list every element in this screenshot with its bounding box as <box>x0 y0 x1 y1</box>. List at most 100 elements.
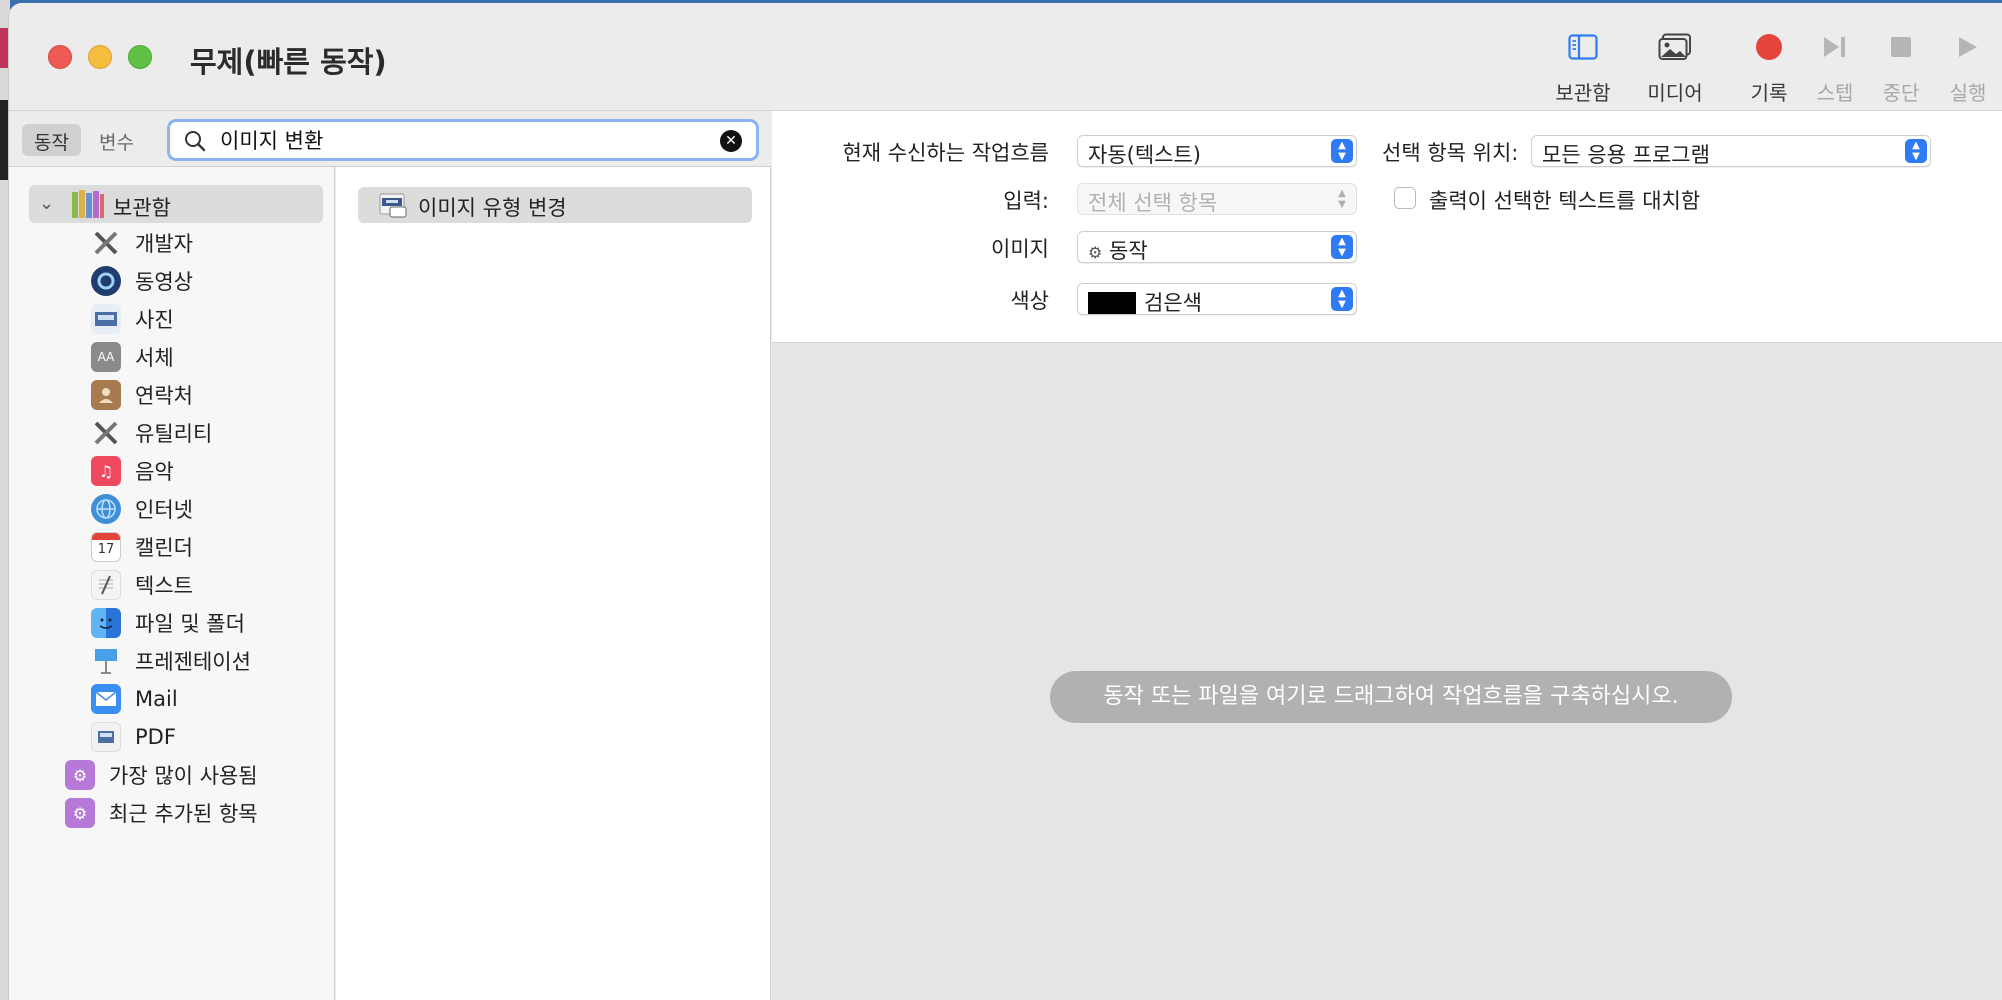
photos-icon <box>1630 29 1720 65</box>
sidebar-item-label: 사진 <box>135 308 174 332</box>
tools-icon <box>91 418 121 448</box>
chevron-updown-icon: ▲ ▼ <box>1331 235 1353 259</box>
list-item[interactable]: 이미지 유형 변경 <box>358 187 752 223</box>
library-search-bar: 동작 변수 ✕ <box>9 111 771 167</box>
media-button[interactable]: 미디어 <box>1630 29 1720 106</box>
clear-search-icon[interactable]: ✕ <box>720 130 742 152</box>
change-image-type-icon <box>378 191 408 223</box>
sidebar-item-utilities[interactable]: 유틸리티 <box>91 415 212 451</box>
in-label: 선택 항목 위치: <box>1382 141 1519 165</box>
close-button[interactable] <box>48 45 72 69</box>
drop-hint: 동작 또는 파일을 여기로 드래그하여 작업흐름을 구축하십시오. <box>1050 671 1732 723</box>
popup-value: 모든 응용 프로그램 <box>1542 143 1710 167</box>
minimize-button[interactable] <box>88 45 112 69</box>
color-swatch <box>1088 291 1136 314</box>
sidebar-item-label: 캘린더 <box>135 536 193 560</box>
font-icon: AA <box>91 342 121 372</box>
workflow-settings: 현재 수신하는 작업흐름 자동(텍스트) ▲ ▼ 선택 항목 위치: 모든 응용 … <box>772 111 2002 343</box>
sidebar-item-label: PDF <box>135 725 176 749</box>
sidebar-item-most-used[interactable]: ⚙ 가장 많이 사용됨 <box>65 757 258 793</box>
search-field[interactable]: ✕ <box>167 119 759 161</box>
sidebar-item-label: 가장 많이 사용됨 <box>109 764 258 788</box>
photo-icon <box>91 304 121 334</box>
popup-value: 검은색 <box>1088 287 1202 317</box>
sidebar-item-fonts[interactable]: AA 서체 <box>91 339 174 375</box>
sidebar-item-calendar[interactable]: 17 캘린더 <box>91 529 193 565</box>
music-icon: ♫ <box>91 456 121 486</box>
action-gear-icon: ⚙ <box>1088 243 1103 262</box>
media-label: 미디어 <box>1647 81 1703 105</box>
text-icon <box>91 570 121 600</box>
library-button[interactable]: 보관함 <box>1538 29 1628 106</box>
sidebar-icon <box>1538 29 1628 65</box>
actions-list: 이미지 유형 변경 <box>336 167 771 1000</box>
title-bar: 무제(빠른 동작) 보관함 미디어 기록 스텝 중단 실행 <box>9 3 2002 111</box>
library-label: 보관함 <box>1555 81 1611 105</box>
in-application-popup[interactable]: 모든 응용 프로그램 ▲ ▼ <box>1531 135 1931 167</box>
popup-value: 전체 선택 항목 <box>1088 191 1218 215</box>
sidebar-item-label: 개발자 <box>135 232 193 256</box>
run-button[interactable]: 실행 <box>1923 29 2002 106</box>
library-root-label: 보관함 <box>113 196 171 220</box>
library-root-item[interactable]: ⌄ 보관함 <box>29 185 323 223</box>
sidebar-item-label: Mail <box>135 687 178 711</box>
sidebar-item-mail[interactable]: Mail <box>91 681 178 717</box>
popup-value: 자동(텍스트) <box>1088 143 1201 167</box>
sidebar-item-label: 유틸리티 <box>135 422 213 446</box>
sidebar-item-label: 파일 및 폴더 <box>135 612 245 636</box>
window-title: 무제(빠른 동작) <box>190 45 387 79</box>
chevron-updown-icon: ▲ ▼ <box>1905 139 1927 163</box>
automator-window: 무제(빠른 동작) 보관함 미디어 기록 스텝 중단 실행 동작 변수 이미지 … <box>8 3 2002 1000</box>
sidebar-item-presentation[interactable]: 프레젠테이션 <box>91 643 251 679</box>
calendar-header <box>92 533 120 540</box>
library-books-icon <box>71 188 105 224</box>
sidebar-item-developer[interactable]: 개발자 <box>91 225 193 261</box>
sidebar-item-label: 프레젠테이션 <box>135 650 251 674</box>
finder-icon <box>91 608 121 638</box>
smart-folder-icon: ⚙ <box>65 760 95 790</box>
mail-icon <box>91 684 121 714</box>
image-popup[interactable]: ⚙ 동작 ▲ ▼ <box>1077 231 1357 263</box>
sidebar-item-music[interactable]: ♫ 음악 <box>91 453 174 489</box>
zoom-button[interactable] <box>128 45 152 69</box>
sidebar-item-files-folders[interactable]: 파일 및 폴더 <box>91 605 245 641</box>
pdf-icon <box>91 722 121 752</box>
sidebar-item-label: 동영상 <box>135 270 193 294</box>
tab-actions[interactable]: 동작 <box>22 124 81 156</box>
sidebar-item-video[interactable]: 동영상 <box>91 263 193 299</box>
sidebar-item-label: 인터넷 <box>135 498 193 522</box>
workflow-receives-popup[interactable]: 자동(텍스트) ▲ ▼ <box>1077 135 1357 167</box>
sidebar-item-internet[interactable]: 인터넷 <box>91 491 193 527</box>
chevron-updown-icon: ▲ ▼ <box>1331 287 1353 311</box>
input-label: 입력: <box>1003 189 1049 213</box>
globe-icon <box>91 494 121 524</box>
sidebar-item-label: 음악 <box>135 460 174 484</box>
action-label: 이미지 유형 변경 <box>418 196 567 220</box>
smart-folder-icon: ⚙ <box>65 798 95 828</box>
library-segmented-control: 동작 변수 <box>22 124 146 156</box>
library-list: ⌄ 보관함 개발자 동영상 사진 AA 서체 연락처 유틸리티 ♫ 음악 인터넷… <box>9 167 335 1000</box>
calendar-icon: 17 <box>91 532 121 562</box>
sidebar-item-recently-added[interactable]: ⚙ 최근 추가된 항목 <box>65 795 258 831</box>
chevron-down-icon[interactable]: ⌄ <box>39 193 54 214</box>
replace-text-label: 출력이 선택한 텍스트를 대치함 <box>1429 189 1701 213</box>
image-label: 이미지 <box>991 237 1049 261</box>
replace-text-checkbox[interactable] <box>1394 187 1416 209</box>
calendar-day: 17 <box>97 542 115 557</box>
sidebar-item-label: 서체 <box>135 346 174 370</box>
sidebar-item-label: 텍스트 <box>135 574 193 598</box>
sidebar-item-pdf[interactable]: PDF <box>91 719 176 755</box>
sidebar-item-photos[interactable]: 사진 <box>91 301 174 337</box>
presentation-icon <box>91 646 121 676</box>
sidebar-item-text[interactable]: 텍스트 <box>91 567 193 603</box>
color-popup[interactable]: 검은색 ▲ ▼ <box>1077 283 1357 315</box>
input-popup[interactable]: 전체 선택 항목 ▲ ▼ <box>1077 183 1357 215</box>
tab-variables[interactable]: 변수 <box>87 124 146 156</box>
sidebar-item-label: 최근 추가된 항목 <box>109 802 258 826</box>
sidebar-item-contacts[interactable]: 연락처 <box>91 377 193 413</box>
contacts-icon <box>91 380 121 410</box>
play-icon <box>1923 29 2002 65</box>
workflow-canvas[interactable]: 동작 또는 파일을 여기로 드래그하여 작업흐름을 구축하십시오. <box>772 343 2002 1000</box>
search-input[interactable] <box>220 126 700 154</box>
color-label: 색상 <box>1010 289 1049 313</box>
